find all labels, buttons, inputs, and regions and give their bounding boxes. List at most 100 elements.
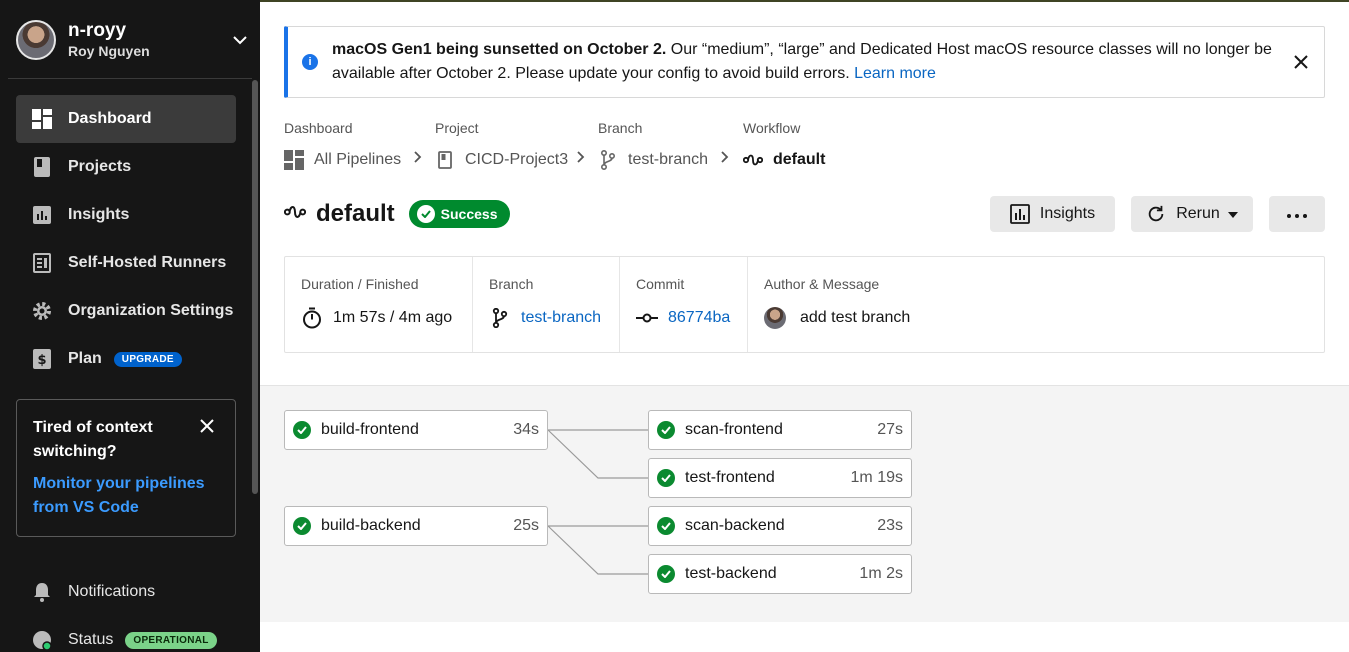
author-section: Author & Message add test branch <box>747 257 1317 352</box>
status-icon <box>32 630 52 650</box>
caret-down-icon <box>1227 205 1238 223</box>
main-content: i macOS Gen1 being sunsetted on October … <box>260 0 1349 652</box>
user-menu[interactable]: n-royy Roy Nguyen <box>16 18 250 62</box>
runners-icon <box>32 253 52 273</box>
check-circle-icon <box>657 517 675 535</box>
check-circle-icon <box>657 469 675 487</box>
more-options-button[interactable] <box>1269 196 1325 232</box>
job-name: scan-frontend <box>685 421 783 438</box>
workflow-icon <box>743 150 763 170</box>
chevron-right-icon <box>719 150 731 163</box>
sidebar-scrollbar[interactable] <box>252 80 258 494</box>
breadcrumb-value: CICD-Project3 <box>465 151 569 168</box>
duration-section: Duration / Finished 1m 57s / 4m ago <box>301 257 472 352</box>
job-name: build-backend <box>321 517 421 534</box>
check-circle-icon <box>293 517 311 535</box>
job-build-backend[interactable]: build-backend 25s <box>284 506 548 546</box>
rerun-label: Rerun <box>1176 205 1220 222</box>
chevron-down-icon[interactable] <box>230 30 250 50</box>
duration-label: Duration / Finished <box>301 276 419 292</box>
chevron-right-icon <box>412 150 424 163</box>
sunset-banner: i macOS Gen1 being sunsetted on October … <box>284 26 1325 98</box>
workflow-header: default Success <box>283 198 510 230</box>
banner-text: macOS Gen1 being sunsetted on October 2.… <box>332 38 1282 86</box>
breadcrumb-branch[interactable]: Branch test-branch <box>598 120 708 170</box>
status-badge: OPERATIONAL <box>125 631 217 649</box>
job-name: scan-backend <box>685 517 785 534</box>
bell-icon <box>32 582 52 602</box>
close-icon[interactable] <box>1294 55 1308 69</box>
chevron-right-icon <box>575 150 587 163</box>
breadcrumb-value: test-branch <box>628 151 709 168</box>
page-title: default <box>316 200 395 227</box>
workflow-metadata: Duration / Finished 1m 57s / 4m ago Bran… <box>284 256 1325 353</box>
sidebar-item-label: Plan <box>68 350 102 367</box>
workflow-icon <box>283 203 307 226</box>
job-name: build-frontend <box>321 421 419 438</box>
dashboard-icon <box>284 150 304 170</box>
sidebar-item-label: Dashboard <box>68 110 152 127</box>
close-icon[interactable] <box>199 418 217 436</box>
workflow-graph: build-frontend 34s scan-frontend 27s tes… <box>260 385 1349 622</box>
insights-icon <box>32 205 52 225</box>
job-build-frontend[interactable]: build-frontend 34s <box>284 410 548 450</box>
commit-link[interactable]: 86774ba <box>668 309 730 327</box>
sidebar-item-label: Self-Hosted Runners <box>68 254 227 271</box>
sidebar-item-notifications[interactable]: Notifications <box>16 568 236 616</box>
breadcrumb-project[interactable]: Project CICD-Project3 <box>435 120 568 170</box>
author-label: Author & Message <box>764 276 880 292</box>
sidebar-item-label: Organization Settings <box>68 302 234 319</box>
sidebar-item-projects[interactable]: Projects <box>16 143 236 191</box>
breadcrumb-label: Dashboard <box>284 120 353 136</box>
job-duration: 27s <box>877 421 903 438</box>
job-name: test-backend <box>685 565 777 582</box>
sidebar-item-status[interactable]: Status OPERATIONAL <box>16 616 236 652</box>
insights-button[interactable]: Insights <box>990 196 1115 232</box>
breadcrumb-workflow[interactable]: Workflow default <box>743 120 825 170</box>
job-name: test-frontend <box>685 469 775 486</box>
job-scan-backend[interactable]: scan-backend 23s <box>648 506 912 546</box>
dashboard-icon <box>32 109 52 129</box>
job-duration: 1m 2s <box>859 565 903 582</box>
insights-label: Insights <box>1039 205 1096 222</box>
job-duration: 1m 19s <box>850 469 903 486</box>
sidebar-item-plan[interactable]: $ Plan UPGRADE <box>16 335 236 383</box>
sidebar: n-royy Roy Nguyen Dashboard Projects Ins… <box>0 0 260 652</box>
promo-link[interactable]: Monitor your pipelines from VS Code <box>33 472 219 520</box>
sidebar-item-label: Projects <box>68 158 132 175</box>
upgrade-badge[interactable]: UPGRADE <box>113 351 182 367</box>
breadcrumb-value: default <box>773 151 826 168</box>
sidebar-item-dashboard[interactable]: Dashboard <box>16 95 236 143</box>
projects-icon <box>32 157 52 177</box>
sidebar-item-insights[interactable]: Insights <box>16 191 236 239</box>
user-full-name: Roy Nguyen <box>68 43 150 59</box>
job-duration: 25s <box>513 517 539 534</box>
timer-icon <box>301 307 323 329</box>
job-duration: 34s <box>513 421 539 438</box>
duration-value: 1m 57s / 4m ago <box>333 309 453 326</box>
insights-icon <box>1010 204 1030 224</box>
learn-more-link[interactable]: Learn more <box>854 65 936 82</box>
job-scan-frontend[interactable]: scan-frontend 27s <box>648 410 912 450</box>
rerun-button[interactable]: Rerun <box>1131 196 1253 232</box>
check-circle-icon <box>657 421 675 439</box>
check-circle-icon <box>657 565 675 583</box>
job-test-backend[interactable]: test-backend 1m 2s <box>648 554 912 594</box>
sidebar-item-organization-settings[interactable]: Organization Settings <box>16 287 236 335</box>
gear-icon <box>32 301 52 321</box>
breadcrumb-label: Branch <box>598 120 643 136</box>
breadcrumb-dashboard[interactable]: Dashboard All Pipelines <box>284 120 401 170</box>
breadcrumb-value: All Pipelines <box>314 151 402 168</box>
sidebar-item-label: Insights <box>68 206 130 223</box>
branch-section: Branch test-branch <box>472 257 619 352</box>
branch-link[interactable]: test-branch <box>521 309 601 327</box>
breadcrumb-label: Project <box>435 120 479 136</box>
commit-message: add test branch <box>800 309 911 326</box>
sidebar-item-self-hosted-runners[interactable]: Self-Hosted Runners <box>16 239 236 287</box>
info-icon: i <box>302 54 318 70</box>
job-test-frontend[interactable]: test-frontend 1m 19s <box>648 458 912 498</box>
project-icon <box>435 150 455 170</box>
connector-build-backend-test-backend <box>547 525 648 575</box>
sidebar-item-label: Status <box>68 631 114 648</box>
branch-icon <box>598 150 618 170</box>
